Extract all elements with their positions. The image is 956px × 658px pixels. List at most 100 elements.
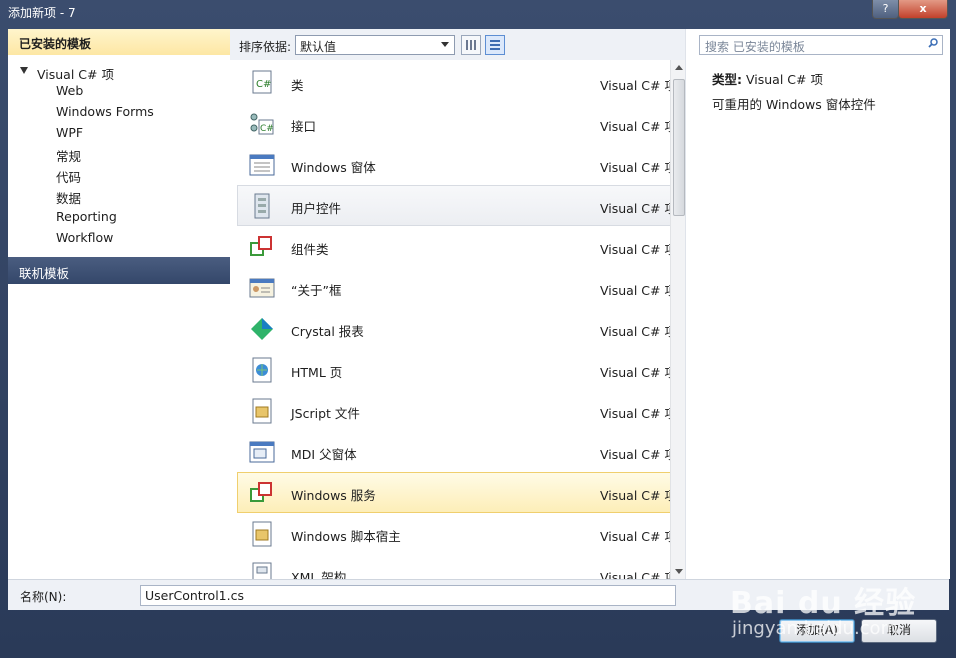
sort-dropdown[interactable]: 默认值	[295, 35, 455, 55]
tree-item-web[interactable]: Web	[56, 83, 83, 103]
form-icon	[249, 154, 275, 176]
list-item[interactable]: XML 架构 Visual C# 项	[237, 554, 680, 579]
list-view-button[interactable]	[485, 35, 505, 55]
list-item-name: 接口	[291, 119, 317, 134]
list-item[interactable]: Windows 服务 Visual C# 项	[237, 472, 680, 513]
list-item-name: 用户控件	[291, 201, 342, 216]
grid-view-icon	[466, 40, 476, 50]
item-description: 可重用的 Windows 窗体控件	[712, 97, 876, 112]
list-item-type: Visual C# 项	[600, 119, 677, 134]
list-item[interactable]: 组件类 Visual C# 项	[237, 226, 680, 267]
list-item-type: Visual C# 项	[600, 406, 677, 421]
item-type-info: 类型: Visual C# 项	[712, 69, 823, 88]
list-item-type: Visual C# 项	[600, 78, 677, 93]
list-item[interactable]: 用户控件 Visual C# 项	[237, 185, 680, 226]
add-new-item-dialog: 添加新项 - 7 ? x 已安装的模板 Visual C# 项 Web Wind…	[0, 0, 956, 658]
scroll-thumb[interactable]	[673, 79, 685, 216]
sort-toolbar: 排序依据: 默认值	[230, 29, 685, 61]
list-item[interactable]: MDI 父窗体 Visual C# 项	[237, 431, 680, 472]
close-button[interactable]: x	[898, 0, 948, 19]
search-icon[interactable]	[928, 38, 938, 48]
list-item-type: Visual C# 项	[600, 283, 677, 298]
watermark-url: jingyan.baidu.com	[732, 618, 899, 639]
list-item-name: Crystal 报表	[291, 324, 364, 339]
name-label: 名称(N):	[20, 590, 67, 604]
class-icon: C#	[252, 70, 272, 94]
jscript-icon	[252, 398, 272, 424]
item-type-label: 类型:	[712, 72, 742, 87]
name-value: UserControl1.cs	[145, 588, 244, 603]
name-input[interactable]: UserControl1.cs	[140, 585, 676, 606]
sort-value: 默认值	[300, 40, 337, 54]
about-box-icon	[249, 278, 275, 298]
tree-item-wpf[interactable]: WPF	[56, 125, 83, 145]
list-item-type: Visual C# 项	[600, 160, 677, 175]
interface-icon: C#	[250, 113, 274, 135]
watermark-logo: Bai du 经验	[730, 586, 917, 621]
script-host-icon	[252, 521, 272, 547]
list-item-type: Visual C# 项	[600, 570, 677, 579]
expand-arrow-icon[interactable]	[20, 67, 28, 74]
list-item-name: “关于”框	[291, 283, 342, 298]
title-bar: 添加新项 - 7 ? x	[0, 0, 956, 24]
list-item-name: Windows 窗体	[291, 160, 376, 175]
tree-item-general[interactable]: 常规	[56, 146, 81, 166]
tree-item-code[interactable]: 代码	[56, 167, 81, 187]
list-item[interactable]: HTML 页 Visual C# 项	[237, 349, 680, 390]
list-item-name: 组件类	[291, 242, 329, 257]
sort-label: 排序依据:	[239, 40, 292, 54]
svg-text:C#: C#	[260, 124, 274, 134]
list-item-name: Windows 服务	[291, 488, 376, 503]
list-item[interactable]: Windows 脚本宿主 Visual C# 项	[237, 513, 680, 554]
scroll-down-icon[interactable]	[675, 569, 683, 574]
template-list: C# 类 Visual C# 项 C# 接口 Visual C# 项 Windows 窗体 V…	[230, 60, 685, 579]
tree-item-reporting[interactable]: Reporting	[56, 209, 117, 229]
chevron-down-icon	[441, 42, 449, 47]
svg-text:C#: C#	[256, 79, 271, 90]
list-item-type: Visual C# 项	[600, 242, 677, 257]
tree-item-windows-forms[interactable]: Windows Forms	[56, 104, 154, 124]
component-icon	[250, 236, 272, 256]
installed-templates-header[interactable]: 已安装的模板	[8, 29, 230, 55]
list-item-type: Visual C# 项	[600, 529, 677, 544]
tree-item-data[interactable]: 数据	[56, 188, 81, 208]
list-item[interactable]: “关于”框 Visual C# 项	[237, 267, 680, 308]
list-item-name: JScript 文件	[291, 406, 360, 421]
window-title: 添加新项 - 7	[8, 6, 76, 20]
help-button[interactable]: ?	[872, 0, 899, 19]
details-panel: 搜索 已安装的模板 类型: Visual C# 项 可重用的 Windows 窗…	[685, 29, 950, 579]
tree-root-label: Visual C# 项	[37, 67, 114, 82]
list-item-name: MDI 父窗体	[291, 447, 357, 462]
list-item-name: 类	[291, 78, 304, 93]
mdi-form-icon	[249, 441, 275, 463]
list-item-type: Visual C# 项	[600, 201, 677, 216]
list-scrollbar[interactable]	[670, 60, 686, 579]
crystal-report-icon	[251, 318, 273, 340]
list-item[interactable]: Crystal 报表 Visual C# 项	[237, 308, 680, 349]
small-icons-view-button[interactable]	[461, 35, 481, 55]
list-view-icon	[490, 40, 500, 50]
list-item-name: XML 架构	[291, 570, 347, 579]
installed-templates-label: 已安装的模板	[19, 37, 92, 51]
list-item-type: Visual C# 项	[600, 488, 677, 503]
list-item-type: Visual C# 项	[600, 324, 677, 339]
template-tree-panel: 已安装的模板 Visual C# 项 Web Windows Forms WPF…	[8, 29, 231, 579]
user-control-icon	[254, 193, 270, 219]
list-item[interactable]: C# 接口 Visual C# 项	[237, 103, 680, 144]
list-item[interactable]: JScript 文件 Visual C# 项	[237, 390, 680, 431]
service-icon	[250, 482, 272, 502]
list-item-type: Visual C# 项	[600, 447, 677, 462]
html-page-icon	[252, 357, 272, 383]
online-templates-header[interactable]: 联机模板	[8, 257, 230, 284]
scroll-up-icon[interactable]	[675, 65, 683, 70]
list-item-name: HTML 页	[291, 365, 343, 380]
list-item-name: Windows 脚本宿主	[291, 529, 401, 544]
list-item-type: Visual C# 项	[600, 365, 677, 380]
search-placeholder: 搜索 已安装的模板	[705, 40, 805, 54]
online-templates-label: 联机模板	[19, 266, 70, 281]
list-item[interactable]: Windows 窗体 Visual C# 项	[237, 144, 680, 185]
search-input[interactable]: 搜索 已安装的模板	[699, 35, 943, 55]
list-item[interactable]: C# 类 Visual C# 项	[237, 62, 680, 103]
dialog-client: 已安装的模板 Visual C# 项 Web Windows Forms WPF…	[8, 29, 950, 610]
tree-item-workflow[interactable]: Workflow	[56, 230, 113, 250]
